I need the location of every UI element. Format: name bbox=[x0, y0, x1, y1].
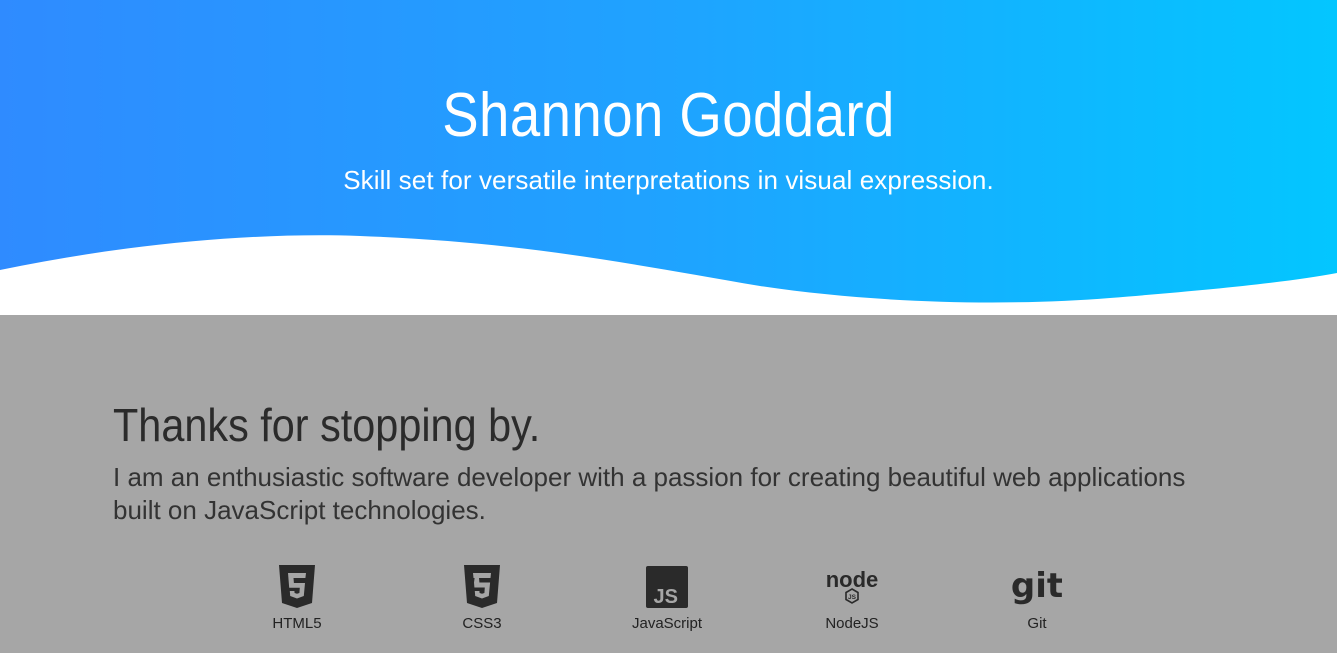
about-heading: Thanks for stopping by. bbox=[113, 399, 541, 451]
skills-list: HTML5 CSS3 JS JavaScript node JS NodeJS … bbox=[0, 565, 1337, 645]
skill-label-html5: HTML5 bbox=[272, 615, 322, 632]
about-body: I am an enthusiastic software developer … bbox=[113, 462, 1186, 525]
skill-label-javascript: JavaScript bbox=[631, 615, 703, 632]
svg-text:JS: JS bbox=[654, 586, 678, 608]
css3-icon bbox=[464, 565, 500, 608]
about-section: Thanks for stopping by. I am an enthusia… bbox=[0, 315, 1337, 653]
skill-item-nodejs: node JS NodeJS bbox=[792, 565, 912, 645]
git-icon: git bbox=[1012, 566, 1062, 606]
skill-label-git: Git bbox=[1027, 615, 1047, 632]
skill-item-css3: CSS3 bbox=[422, 565, 542, 645]
javascript-icon: JS bbox=[646, 566, 688, 608]
skill-item-javascript: JS JavaScript bbox=[607, 565, 727, 645]
skill-item-git: git Git bbox=[977, 565, 1097, 645]
skill-label-nodejs: NodeJS bbox=[825, 615, 879, 632]
hero-wave-divider bbox=[0, 235, 1337, 315]
hero-section: Shannon Goddard Skill set for versatile … bbox=[0, 0, 1337, 315]
nodejs-icon: node JS bbox=[826, 567, 878, 604]
skill-item-html5: HTML5 bbox=[237, 565, 357, 645]
skill-label-css3: CSS3 bbox=[462, 615, 502, 632]
html5-icon bbox=[279, 565, 315, 608]
svg-text:JS: JS bbox=[848, 594, 857, 601]
svg-text:git: git bbox=[1012, 566, 1062, 606]
